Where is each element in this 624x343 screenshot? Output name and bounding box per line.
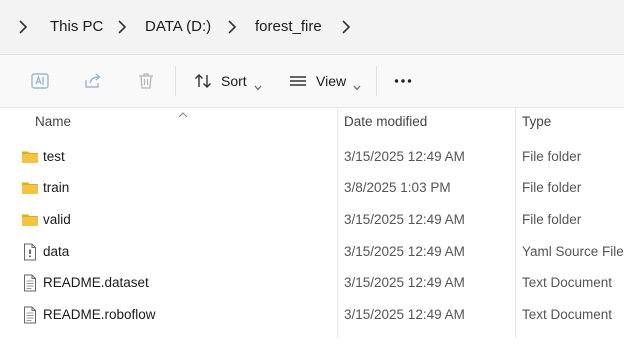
file-row[interactable]: data 3/15/2025 12:49 AM Yaml Source File [0,237,624,267]
file-name: valid [43,212,71,227]
yaml-file-icon [21,243,39,261]
text-file-icon [21,306,39,324]
chevron-right-icon[interactable] [227,19,237,35]
toolbar-separator [376,66,377,96]
file-date: 3/15/2025 12:49 AM [344,307,465,322]
file-date: 3/15/2025 12:49 AM [344,212,465,227]
file-type: Text Document [522,307,613,322]
folder-icon [21,148,39,166]
file-date: 3/15/2025 12:49 AM [344,149,465,164]
folder-icon [21,179,39,197]
column-header-type[interactable]: Type [522,113,551,131]
share-icon[interactable] [83,71,103,91]
file-name: data [43,244,70,259]
file-type: File folder [522,212,582,227]
file-date: 3/15/2025 12:49 AM [344,244,465,259]
file-type: File folder [522,149,582,164]
breadcrumb-data-drive[interactable]: DATA (D:) [145,17,211,37]
sort-button[interactable]: Sort [193,67,262,95]
file-date: 3/15/2025 12:49 AM [344,275,465,290]
sort-icon [193,71,213,91]
chevron-down-icon [254,78,262,91]
file-name: test [43,149,65,164]
view-label: View [316,73,347,89]
file-name: README.dataset [43,275,149,290]
file-date: 3/8/2025 1:03 PM [344,180,451,195]
column-header-name[interactable]: Name [35,113,71,131]
sort-ascending-icon [178,105,188,118]
file-name: README.roboflow [43,307,156,322]
text-file-icon [21,274,39,292]
file-row[interactable]: README.roboflow 3/15/2025 12:49 AM Text … [0,300,624,330]
file-name: train [43,180,70,195]
chevron-right-icon[interactable] [18,19,28,35]
breadcrumb-this-pc[interactable]: This PC [50,17,103,37]
chevron-right-icon[interactable] [341,19,351,35]
file-row[interactable]: valid 3/15/2025 12:49 AM File folder [0,205,624,235]
file-row[interactable]: README.dataset 3/15/2025 12:49 AM Text D… [0,268,624,298]
file-row[interactable]: test 3/15/2025 12:49 AM File folder [0,142,624,172]
address-bar: This PC DATA (D:) forest_fire [0,0,624,55]
file-type: File folder [522,180,582,195]
breadcrumb-forest-fire[interactable]: forest_fire [255,17,322,37]
rename-icon[interactable] [30,71,50,91]
view-button[interactable]: View [288,67,361,95]
folder-icon [21,211,39,229]
more-icon[interactable] [393,71,413,91]
sort-label: Sort [221,73,247,89]
delete-icon[interactable] [136,71,156,91]
chevron-down-icon [353,78,361,91]
command-toolbar: Sort View [0,55,624,108]
view-icon [288,71,308,91]
file-type: Text Document [522,275,613,290]
chevron-right-icon[interactable] [117,19,127,35]
column-header-date-modified[interactable]: Date modified [344,113,427,131]
file-type: Yaml Source File [522,244,624,259]
toolbar-separator [175,66,176,96]
file-row[interactable]: train 3/8/2025 1:03 PM File folder [0,173,624,203]
